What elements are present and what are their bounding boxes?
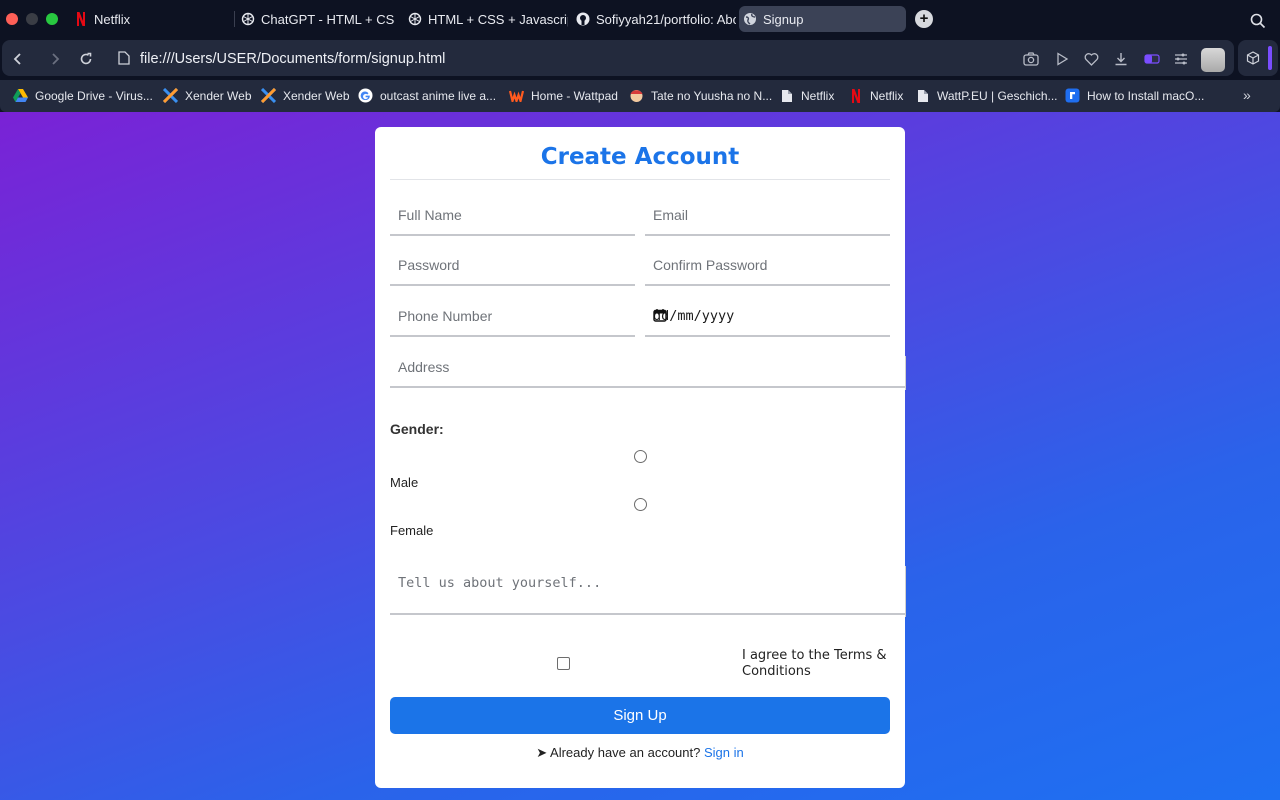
sign-in-link[interactable]: Sign in	[704, 745, 744, 760]
calendar-icon[interactable]	[653, 308, 882, 326]
bookmark-outcast-anime[interactable]: outcast anime live a...	[358, 88, 496, 103]
chatgpt-icon	[408, 12, 422, 26]
bookmark-app-icon	[1065, 88, 1080, 103]
address-input-edge	[905, 356, 906, 390]
tab-github-portfolio[interactable]: Sofiyyah21/portfolio: Abo	[572, 6, 736, 32]
maximize-window-button[interactable]	[46, 13, 58, 25]
netflix-icon	[74, 12, 88, 26]
about-textarea[interactable]: Tell us about yourself...	[390, 559, 906, 615]
download-icon[interactable]	[1114, 52, 1128, 71]
bookmark-wattpad[interactable]: Home - Wattpad	[509, 88, 618, 103]
close-window-button[interactable]	[6, 13, 18, 25]
github-icon	[576, 12, 590, 26]
more-bookmarks-button[interactable]: »	[1243, 87, 1251, 103]
phone-input[interactable]: Phone Number	[390, 301, 635, 337]
title-divider	[390, 179, 890, 180]
cube-icon	[1246, 51, 1260, 70]
gender-male-label: Male	[390, 475, 419, 490]
bookmark-google-drive[interactable]: Google Drive - Virus...	[13, 88, 153, 103]
signin-prompt: ➤ Already have an account? Sign in	[375, 745, 905, 761]
xender-icon	[163, 88, 178, 103]
password-input[interactable]: Password	[390, 250, 635, 286]
document-icon	[915, 88, 930, 103]
gender-male-radio[interactable]	[634, 450, 647, 463]
bookmark-tate-no-yuusha[interactable]: Tate no Yuusha no N...	[629, 88, 772, 103]
bookmark-netflix-doc[interactable]: Netflix	[779, 88, 834, 103]
tab-chatgpt[interactable]: ChatGPT - HTML + CSS	[237, 6, 395, 32]
bookmark-xender-2[interactable]: Xender Web	[261, 88, 350, 103]
chatgpt-icon	[241, 12, 255, 26]
email-input[interactable]: Email	[645, 200, 890, 236]
netflix-icon	[848, 88, 863, 103]
textarea-edge	[905, 566, 906, 617]
tab-bar: Netflix ChatGPT - HTML + CSS HTML + CSS …	[0, 0, 1280, 38]
gender-female-radio[interactable]	[634, 498, 647, 511]
bookmark-xender-1[interactable]: Xender Web	[163, 88, 252, 103]
heart-icon[interactable]	[1084, 52, 1099, 71]
signin-prompt-text: ➤ Already have an account?	[536, 745, 701, 760]
sidebar-indicator	[1268, 46, 1272, 70]
back-icon[interactable]	[12, 52, 24, 71]
wattpad-icon	[509, 88, 524, 103]
tab-signup[interactable]: Signup	[739, 6, 906, 32]
confirm-password-input[interactable]: Confirm Password	[645, 250, 890, 286]
bookmarks-bar: Google Drive - Virus... Xender Web Xende…	[0, 80, 1280, 112]
search-icon[interactable]	[1250, 13, 1266, 34]
full-name-input[interactable]: Full Name	[390, 200, 635, 236]
signup-form: Create Account Full Name Email Password …	[375, 127, 906, 788]
camera-icon[interactable]	[1023, 52, 1039, 71]
toggle-icon[interactable]	[1144, 52, 1160, 70]
tab-netflix[interactable]: Netflix	[70, 6, 230, 32]
gender-female-label: Female	[390, 523, 434, 538]
bookmark-install-macos[interactable]: How to Install macO...	[1065, 88, 1204, 103]
anime-icon	[629, 88, 644, 103]
extensions-button[interactable]	[1238, 40, 1278, 76]
play-icon[interactable]	[1055, 52, 1069, 71]
google-drive-icon	[13, 88, 28, 103]
globe-icon	[743, 12, 757, 26]
bookmark-netflix[interactable]: Netflix	[848, 88, 903, 103]
birthdate-input[interactable]: dd/mm/yyyy	[645, 301, 890, 337]
google-icon	[358, 88, 373, 103]
gender-label: Gender:	[390, 421, 444, 437]
profile-avatar[interactable]	[1201, 48, 1225, 72]
minimize-window-button[interactable]	[26, 13, 38, 25]
address-bar-row: file:///Users/USER/Documents/form/signup…	[0, 38, 1280, 80]
terms-checkbox[interactable]	[557, 657, 570, 670]
settings-sliders-icon[interactable]	[1174, 52, 1188, 71]
address-bar[interactable]: file:///Users/USER/Documents/form/signup…	[2, 40, 1234, 76]
bookmark-wattp-eu[interactable]: WattP.EU | Geschich...	[915, 88, 1058, 103]
address-input[interactable]: Address	[390, 352, 906, 388]
sign-up-button[interactable]: Sign Up	[390, 697, 890, 734]
document-icon	[779, 88, 794, 103]
forward-icon[interactable]	[49, 52, 61, 71]
xender-icon	[261, 88, 276, 103]
url-text[interactable]: file:///Users/USER/Documents/form/signup…	[140, 51, 445, 67]
reload-icon[interactable]	[79, 52, 93, 71]
file-icon	[118, 51, 130, 70]
page-title: Create Account	[540, 144, 740, 170]
new-tab-button[interactable]: +	[915, 10, 933, 28]
page-background: Create Account Full Name Email Password …	[0, 112, 1280, 800]
terms-label: I agree to the Terms & Conditions	[742, 648, 887, 679]
tab-html-css-js[interactable]: HTML + CSS + Javascrip	[404, 6, 568, 32]
